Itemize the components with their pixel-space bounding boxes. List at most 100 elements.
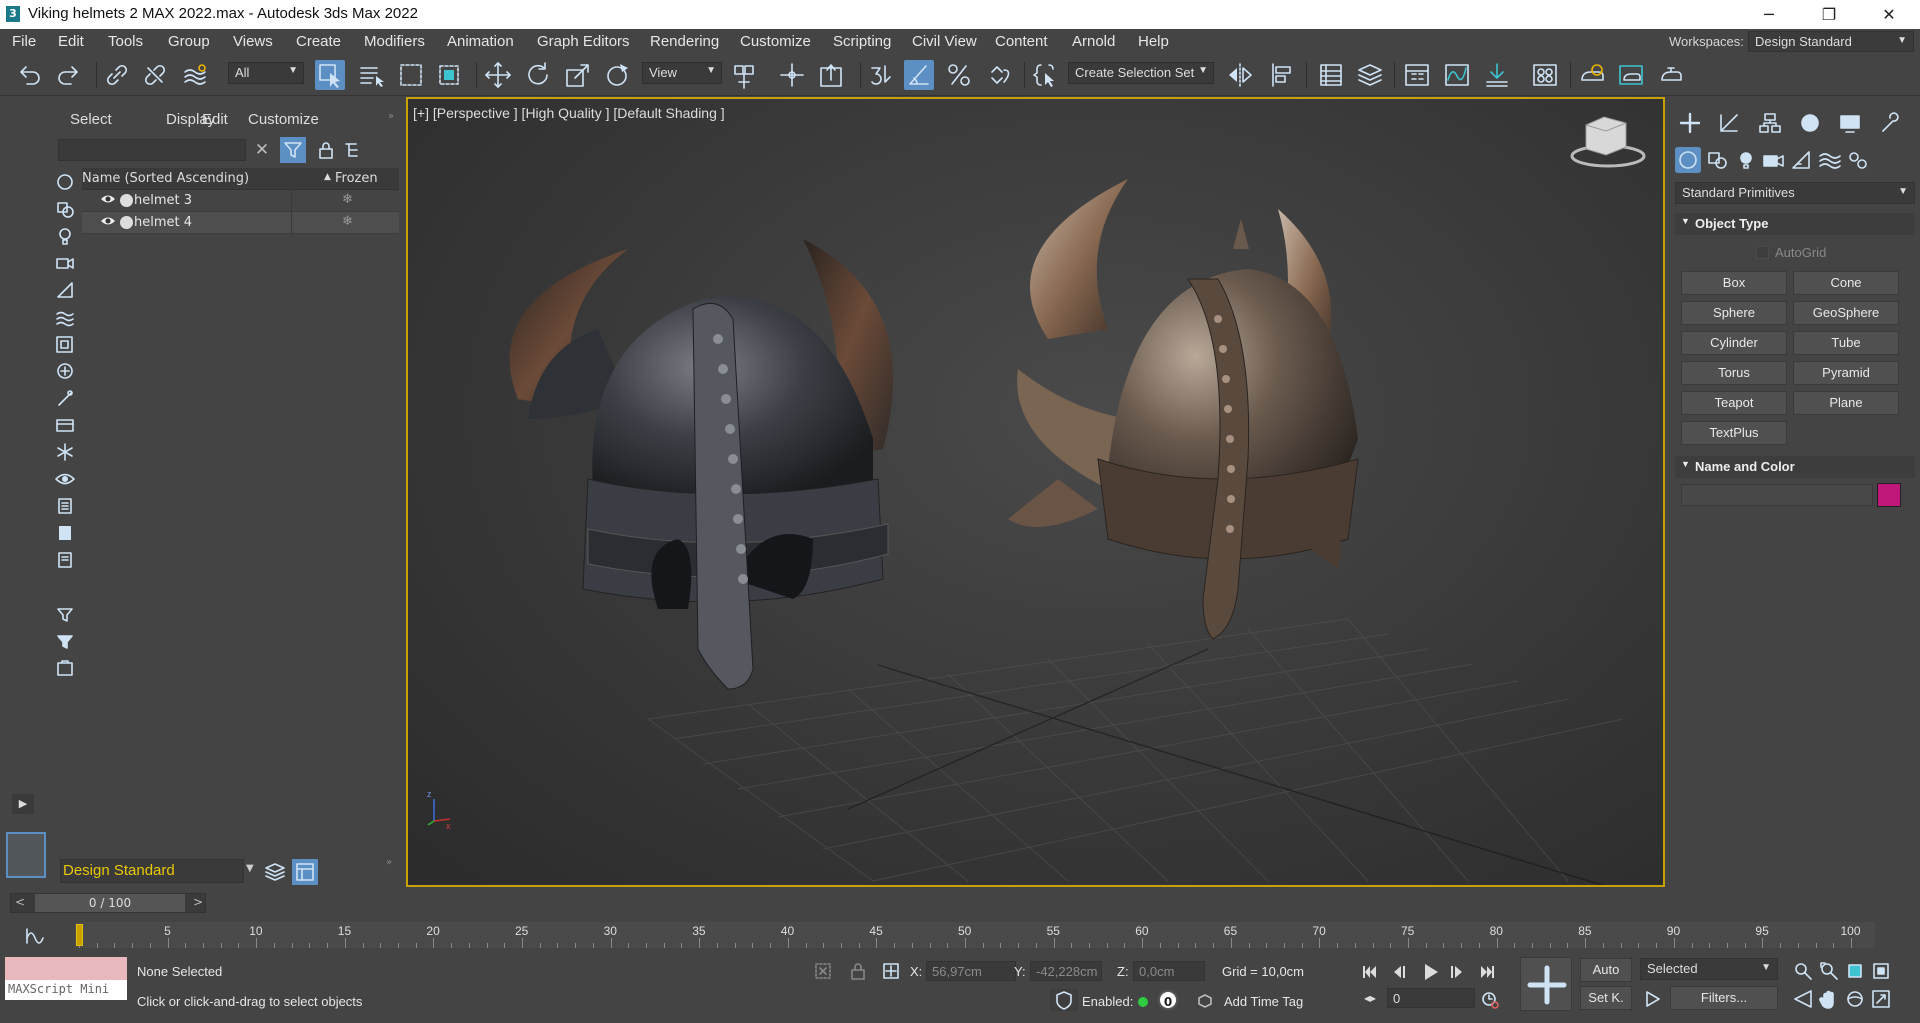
groups-filter-icon[interactable]: [54, 331, 76, 357]
spacewarps-filter-icon[interactable]: [54, 304, 76, 330]
invert-display-icon[interactable]: [54, 547, 76, 573]
add-time-tag-label[interactable]: Add Time Tag: [1224, 994, 1303, 1009]
create-tab[interactable]: [1677, 111, 1703, 135]
frame-display[interactable]: 0 / 100: [35, 894, 185, 912]
menu-tools[interactable]: Tools: [108, 33, 143, 50]
object-name[interactable]: helmet 4: [134, 215, 192, 230]
unlink-button[interactable]: [140, 60, 170, 90]
keyboard-shortcut-override-button[interactable]: [816, 60, 846, 90]
eye-icon[interactable]: [100, 191, 116, 211]
hierarchy-tab[interactable]: [1757, 111, 1783, 135]
key-filters-button[interactable]: Filters...: [1670, 986, 1778, 1010]
time-configuration-button[interactable]: [1480, 990, 1500, 1010]
curve-editor-button[interactable]: [1442, 60, 1472, 90]
menu-graph-editors[interactable]: Graph Editors: [537, 33, 630, 50]
containers-filter-icon[interactable]: [54, 412, 76, 438]
tab-edit[interactable]: Edit: [202, 111, 228, 128]
rotate-button[interactable]: [523, 60, 553, 90]
scale-button[interactable]: [563, 60, 593, 90]
field-of-view-button[interactable]: [1792, 988, 1814, 1010]
clear-search-icon[interactable]: ✕: [252, 140, 272, 160]
menu-scripting[interactable]: Scripting: [833, 33, 891, 50]
cone-button[interactable]: Cone: [1793, 271, 1899, 295]
redo-button[interactable]: [54, 60, 84, 90]
menu-rendering[interactable]: Rendering: [650, 33, 719, 50]
menu-arnold[interactable]: Arnold: [1072, 33, 1115, 50]
tube-button[interactable]: Tube: [1793, 331, 1899, 355]
curve-toggle-button[interactable]: [24, 926, 48, 946]
workspace-bottom-dropdown[interactable]: Design Standard: [60, 859, 244, 883]
rectangular-region-button[interactable]: [396, 60, 426, 90]
time-prev-button[interactable]: <: [15, 895, 25, 909]
select-by-name-button[interactable]: [356, 60, 386, 90]
adaptive-degradation-button[interactable]: [1050, 989, 1078, 1011]
object-color-swatch[interactable]: [1877, 483, 1901, 507]
link-button[interactable]: [102, 60, 132, 90]
object-name[interactable]: helmet 3: [134, 193, 192, 208]
geometry-filter-icon[interactable]: [54, 169, 76, 195]
modify-tab[interactable]: [1717, 111, 1743, 135]
helmet-3-model[interactable]: [509, 239, 893, 690]
frozen-column-header[interactable]: Frozen: [335, 171, 378, 186]
viewcube[interactable]: [1570, 116, 1646, 168]
viewport-label[interactable]: [+] [Perspective ] [High Quality ] [Defa…: [413, 105, 725, 121]
pivot-center-button[interactable]: [730, 60, 760, 90]
close-button[interactable]: ✕: [1866, 0, 1912, 29]
xrefs-filter-icon[interactable]: [54, 358, 76, 384]
bones-filter-icon[interactable]: [54, 385, 76, 411]
orbit-button[interactable]: [1844, 988, 1866, 1010]
z-coordinate-field[interactable]: 0,0cm: [1133, 961, 1205, 981]
play-button[interactable]: [1418, 960, 1442, 984]
lights-category-button[interactable]: [1733, 147, 1759, 173]
utilities-tab[interactable]: [1877, 111, 1903, 135]
zoom-extents-all-button[interactable]: [1870, 960, 1892, 982]
isolate-selection-button[interactable]: [812, 960, 834, 982]
render-setup-button[interactable]: [1577, 60, 1607, 90]
key-filter-dropdown[interactable]: Selected ▼: [1640, 958, 1778, 980]
hidden-filter-icon[interactable]: [54, 466, 76, 492]
tab-select[interactable]: Select: [70, 111, 112, 128]
zoom-all-button[interactable]: [1818, 960, 1840, 982]
display-all-icon[interactable]: [54, 493, 76, 519]
plane-button[interactable]: Plane: [1793, 391, 1899, 415]
material-editor-button[interactable]: [1530, 60, 1560, 90]
funnel-icon[interactable]: [54, 601, 76, 627]
torus-button[interactable]: Torus: [1681, 361, 1787, 385]
cylinder-button[interactable]: Cylinder: [1681, 331, 1787, 355]
y-coordinate-field[interactable]: -42,228cm: [1030, 961, 1102, 981]
track-bar[interactable]: 5 10 15 20 25 30 35 40 45 50 55 60 65 70 75 80 85 90 95 100: [75, 922, 1875, 948]
sphere-button[interactable]: Sphere: [1681, 301, 1787, 325]
angle-snap-button[interactable]: [904, 60, 934, 90]
schematic-view-button[interactable]: [1482, 60, 1512, 90]
expand-arrow-icon[interactable]: ▶: [12, 794, 34, 814]
geosphere-button[interactable]: GeoSphere: [1793, 301, 1899, 325]
name-and-color-rollout[interactable]: ▼ Name and Color: [1675, 456, 1915, 478]
viewport-layout-tab[interactable]: [6, 832, 46, 878]
time-config-arrows-icon[interactable]: ◂▸: [1364, 991, 1382, 1009]
chevron-down-icon[interactable]: ▼: [246, 863, 254, 874]
display-tab[interactable]: [1837, 111, 1863, 135]
object-name-input[interactable]: [1681, 484, 1873, 506]
previous-frame-button[interactable]: [1388, 960, 1412, 984]
textplus-button[interactable]: TextPlus: [1681, 421, 1787, 445]
zoom-button[interactable]: [1792, 960, 1814, 982]
select-manipulate-button[interactable]: [777, 60, 807, 90]
snowflake-icon[interactable]: ❄: [342, 192, 353, 207]
time-slider[interactable]: < 0 / 100 >: [10, 893, 206, 913]
menu-customize[interactable]: Customize: [740, 33, 811, 50]
display-none-icon[interactable]: [54, 520, 76, 546]
ribbon-toggle-button[interactable]: [1402, 60, 1432, 90]
x-coordinate-field[interactable]: 56,97cm: [926, 961, 1016, 981]
set-key-button[interactable]: [1520, 957, 1572, 1011]
systems-category-button[interactable]: [1845, 147, 1871, 173]
shapes-filter-icon[interactable]: [54, 196, 76, 222]
time-tag-icon[interactable]: [1196, 992, 1214, 1010]
scene-explorer-toggle-button[interactable]: [1316, 60, 1346, 90]
menu-help[interactable]: Help: [1138, 33, 1169, 50]
menu-file[interactable]: File: [12, 33, 36, 50]
object-type-rollout[interactable]: ▼ Object Type: [1675, 213, 1915, 235]
snaps-toggle-button[interactable]: [865, 60, 895, 90]
mirror-button[interactable]: [1225, 60, 1255, 90]
zoom-extents-button[interactable]: [1844, 960, 1866, 982]
name-column-header[interactable]: Name (Sorted Ascending): [82, 171, 249, 186]
